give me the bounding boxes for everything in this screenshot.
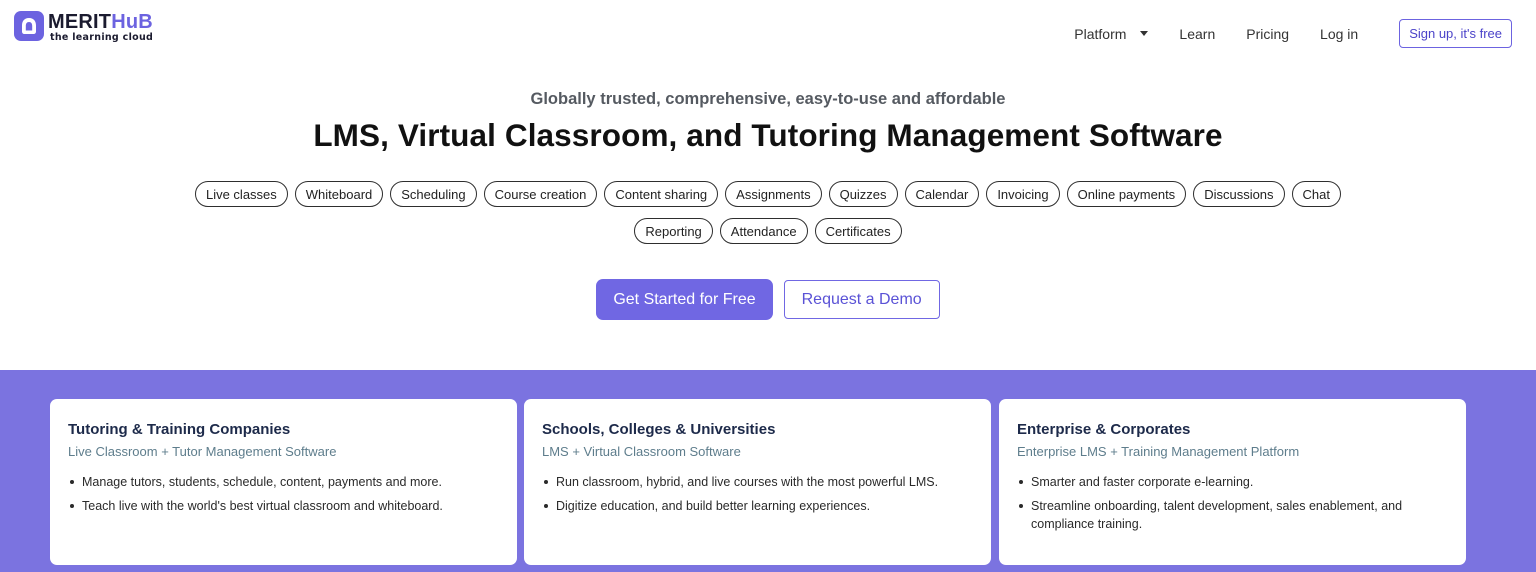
feature-pill[interactable]: Whiteboard (294, 181, 384, 207)
feature-pills-row-1: Live classes Whiteboard Scheduling Cours… (0, 181, 1536, 207)
hero-cta-group: Get Started for Free Request a Demo (0, 279, 1536, 320)
feature-pill[interactable]: Attendance (719, 218, 808, 244)
feature-pill[interactable]: Assignments (725, 181, 822, 207)
hero-tagline: Globally trusted, comprehensive, easy-to… (530, 90, 1006, 108)
card-subtitle: Live Classroom + Tutor Management Softwa… (68, 444, 337, 459)
feature-pills-row-2: Reporting Attendance Certificates (0, 218, 1536, 244)
feature-pill[interactable]: Discussions (1193, 181, 1285, 207)
list-item: Teach live with the world's best virtual… (68, 497, 499, 515)
card-title: Tutoring & Training Companies (68, 421, 291, 438)
feature-pill[interactable]: Content sharing (604, 181, 719, 207)
list-item: Manage tutors, students, schedule, conte… (68, 473, 499, 491)
segment-card-enterprise[interactable]: Enterprise & Corporates Enterprise LMS +… (999, 399, 1466, 565)
feature-pill[interactable]: Chat (1291, 181, 1342, 207)
card-subtitle: LMS + Virtual Classroom Software (542, 444, 741, 459)
nav-platform[interactable]: Platform (1074, 20, 1149, 48)
brand-name: MERITHuB (48, 12, 153, 32)
merithub-logo-icon (14, 11, 44, 41)
brand-tagline: the learning cloud (50, 32, 154, 43)
list-item: Run classroom, hybrid, and live courses … (542, 473, 973, 491)
main-nav: Platform Learn Pricing Log in Sign up, i… (1074, 19, 1512, 48)
feature-pill[interactable]: Live classes (194, 181, 288, 207)
request-demo-button[interactable]: Request a Demo (783, 280, 940, 319)
feature-pill[interactable]: Quizzes (828, 181, 898, 207)
feature-pill[interactable]: Online payments (1066, 181, 1187, 207)
signup-button[interactable]: Sign up, it's free (1399, 19, 1512, 48)
segment-card-tutoring[interactable]: Tutoring & Training Companies Live Class… (50, 399, 517, 565)
segments-band: Tutoring & Training Companies Live Class… (0, 370, 1536, 572)
list-item: Digitize education, and build better lea… (542, 497, 973, 515)
segment-card-schools[interactable]: Schools, Colleges & Universities LMS + V… (524, 399, 991, 565)
feature-pill[interactable]: Course creation (483, 181, 598, 207)
brand-name-main: MERIT (48, 11, 112, 33)
nav-pricing[interactable]: Pricing (1246, 20, 1289, 48)
nav-learn[interactable]: Learn (1179, 20, 1215, 48)
site-header: MERITHuB the learning cloud Platform Lea… (0, 0, 1536, 66)
nav-platform-label: Platform (1074, 25, 1127, 42)
list-item: Streamline onboarding, talent developmen… (1017, 497, 1448, 533)
feature-pill[interactable]: Calendar (904, 181, 980, 207)
card-subtitle: Enterprise LMS + Training Management Pla… (1017, 444, 1300, 459)
brand-logo[interactable]: MERITHuB the learning cloud (14, 11, 153, 43)
feature-pill[interactable]: Scheduling (390, 181, 477, 207)
list-item: Smarter and faster corporate e-learning. (1017, 473, 1448, 491)
get-started-button[interactable]: Get Started for Free (596, 279, 773, 320)
card-bullets: Run classroom, hybrid, and live courses … (542, 473, 973, 515)
nav-login[interactable]: Log in (1320, 20, 1358, 48)
card-title: Enterprise & Corporates (1017, 421, 1191, 438)
page-title: LMS, Virtual Classroom, and Tutoring Man… (313, 117, 1223, 153)
brand-name-accent: HuB (111, 11, 153, 33)
card-title: Schools, Colleges & Universities (542, 421, 776, 438)
card-bullets: Manage tutors, students, schedule, conte… (68, 473, 499, 515)
feature-pill[interactable]: Reporting (634, 218, 713, 244)
feature-pill[interactable]: Invoicing (986, 181, 1060, 207)
feature-pill[interactable]: Certificates (814, 218, 902, 244)
card-bullets: Smarter and faster corporate e-learning.… (1017, 473, 1448, 533)
chevron-down-icon (1140, 31, 1149, 36)
